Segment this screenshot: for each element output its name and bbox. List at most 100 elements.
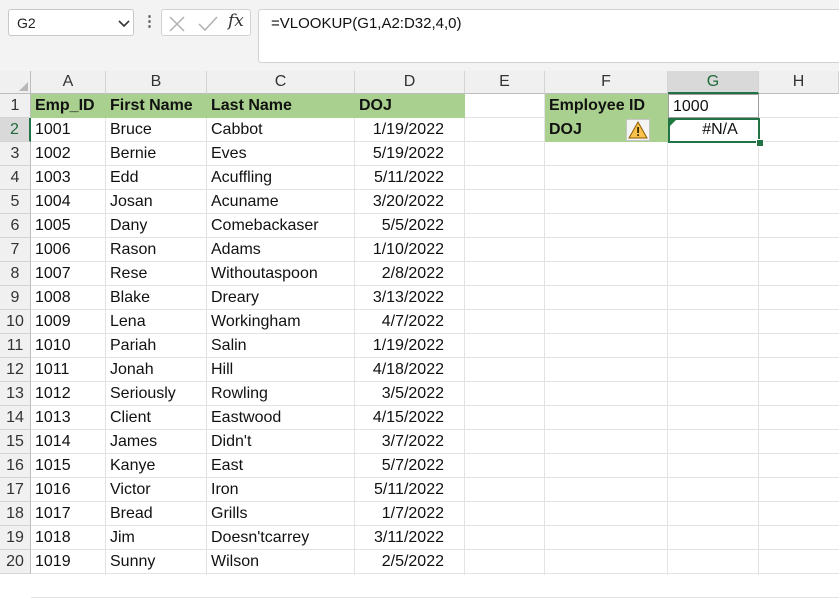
row-header-12[interactable]: 12 [0,358,31,382]
table-cell-first-name[interactable]: Victor [106,478,207,502]
table-cell-emp-id[interactable]: 1015 [31,454,106,478]
table-cell-first-name[interactable]: Jonah [106,358,207,382]
table-cell-emp-id[interactable]: 1013 [31,406,106,430]
column-header-h[interactable]: H [759,71,839,94]
table-cell-emp-id[interactable]: 1014 [31,430,106,454]
row-header-4[interactable]: 4 [0,166,31,190]
table-cell-last-name[interactable]: Rowling [207,382,355,406]
error-warning-button[interactable] [626,119,650,141]
row-header-14[interactable]: 14 [0,406,31,430]
row-header-17[interactable]: 17 [0,478,31,502]
table-cell-first-name[interactable]: Dany [106,214,207,238]
row-header-20[interactable]: 20 [0,550,31,574]
table-cell-emp-id[interactable]: 1001 [31,118,106,142]
table-cell-first-name[interactable]: Sunny [106,550,207,574]
table-cell-last-name[interactable]: Adams [207,238,355,262]
table-cell-doj[interactable]: 3/7/2022 [355,430,465,454]
employee-id-label[interactable]: Employee ID [545,94,668,118]
insert-function-icon[interactable]: fx [228,11,244,31]
table-cell-doj[interactable]: 4/18/2022 [355,358,465,382]
table-cell-doj[interactable]: 5/5/2022 [355,214,465,238]
row-header-3[interactable]: 3 [0,142,31,166]
row-header-1[interactable]: 1 [0,94,31,118]
table-cell-emp-id[interactable]: 1004 [31,190,106,214]
column-header-f[interactable]: F [545,71,668,94]
select-all-corner[interactable] [0,71,31,94]
row-header-11[interactable]: 11 [0,334,31,358]
table-cell-doj[interactable]: 5/7/2022 [355,454,465,478]
table-cell-first-name[interactable]: Pariah [106,334,207,358]
column-header-c[interactable]: C [207,71,355,94]
table-cell-doj[interactable]: 4/15/2022 [355,406,465,430]
column-header-a[interactable]: A [31,71,106,94]
table-cell-last-name[interactable]: Dreary [207,286,355,310]
table-cell-last-name[interactable]: Wilson [207,550,355,574]
row-header-5[interactable]: 5 [0,190,31,214]
table-cell-doj[interactable]: 3/20/2022 [355,190,465,214]
table-cell-doj[interactable]: 5/19/2022 [355,142,465,166]
table-cell-first-name[interactable]: Jim [106,526,207,550]
table-cell-first-name[interactable]: Seriously [106,382,207,406]
table-cell-last-name[interactable]: Eastwood [207,406,355,430]
table-cell-last-name[interactable]: Workingham [207,310,355,334]
table-cell-first-name[interactable]: Bruce [106,118,207,142]
table-cell-last-name[interactable]: Acuname [207,190,355,214]
row-header-7[interactable]: 7 [0,238,31,262]
chevron-down-icon[interactable] [116,14,132,32]
table-cell-first-name[interactable]: Bread [106,502,207,526]
table-cell-last-name[interactable]: Acuffling [207,166,355,190]
fill-handle[interactable] [756,139,764,147]
table-cell-last-name[interactable]: Withoutaspoon [207,262,355,286]
table-cell-emp-id[interactable]: 1009 [31,310,106,334]
table-cell-first-name[interactable]: Rese [106,262,207,286]
formula-input[interactable]: =VLOOKUP(G1,A2:D32,4,0) [258,9,839,63]
row-header-8[interactable]: 8 [0,262,31,286]
table-cell-emp-id[interactable]: 1012 [31,382,106,406]
more-options-icon[interactable]: ⋮ [142,12,157,30]
table-cell-first-name[interactable]: James [106,430,207,454]
table-cell-doj[interactable]: 3/11/2022 [355,526,465,550]
row-header-18[interactable]: 18 [0,502,31,526]
table-cell-doj[interactable]: 2/8/2022 [355,262,465,286]
table-cell-doj[interactable]: 1/19/2022 [355,334,465,358]
table-cell-emp-id[interactable]: 1017 [31,502,106,526]
row-header-16[interactable]: 16 [0,454,31,478]
table-cell-last-name[interactable]: Iron [207,478,355,502]
table-cell-first-name[interactable]: Josan [106,190,207,214]
table-cell-last-name[interactable]: Eves [207,142,355,166]
column-header-e[interactable]: E [465,71,545,94]
column-header-b[interactable]: B [106,71,207,94]
row-header-2[interactable]: 2 [0,118,31,142]
table-header-doj[interactable]: DOJ [355,94,465,118]
table-cell-last-name[interactable]: Comebackaser [207,214,355,238]
table-cell-first-name[interactable]: Client [106,406,207,430]
table-cell-doj[interactable]: 1/19/2022 [355,118,465,142]
table-cell-last-name[interactable]: Doesn'tcarrey [207,526,355,550]
table-header-first-name[interactable]: First Name [106,94,207,118]
table-cell-last-name[interactable]: Hill [207,358,355,382]
table-cell-emp-id[interactable]: 1019 [31,550,106,574]
table-cell-emp-id[interactable]: 1006 [31,238,106,262]
employee-id-input[interactable]: 1000 [668,94,759,118]
row-header-15[interactable]: 15 [0,430,31,454]
table-cell-first-name[interactable]: Lena [106,310,207,334]
table-cell-doj[interactable]: 3/13/2022 [355,286,465,310]
row-header-6[interactable]: 6 [0,214,31,238]
table-cell-emp-id[interactable]: 1007 [31,262,106,286]
row-header-10[interactable]: 10 [0,310,31,334]
table-cell-doj[interactable]: 5/11/2022 [355,478,465,502]
table-cell-emp-id[interactable]: 1003 [31,166,106,190]
table-cell-doj[interactable]: 3/5/2022 [355,382,465,406]
table-cell-last-name[interactable]: Salin [207,334,355,358]
table-cell-last-name[interactable]: Didn't [207,430,355,454]
table-cell-first-name[interactable]: Blake [106,286,207,310]
table-cell-emp-id[interactable]: 1002 [31,142,106,166]
table-cell-emp-id[interactable]: 1011 [31,358,106,382]
table-cell-emp-id[interactable]: 1008 [31,286,106,310]
table-cell-emp-id[interactable]: 1016 [31,478,106,502]
table-cell-doj[interactable]: 5/11/2022 [355,166,465,190]
column-header-g[interactable]: G [668,71,759,94]
table-cell-last-name[interactable]: East [207,454,355,478]
enter-icon[interactable] [197,15,219,33]
row-header-9[interactable]: 9 [0,286,31,310]
